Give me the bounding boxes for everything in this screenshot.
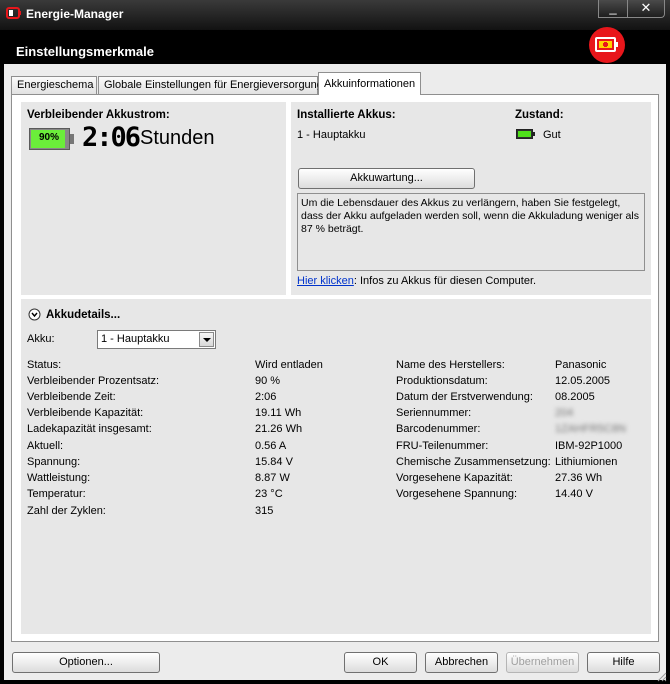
cancel-button[interactable]: Abbrechen — [425, 652, 498, 673]
detail-value: 08.2005 — [555, 391, 595, 403]
detail-label: Zahl der Zyklen: — [27, 505, 106, 517]
header-band: Einstellungsmerkmale — [0, 30, 670, 66]
detail-value: 8.87 W — [255, 472, 290, 484]
remaining-time: 2:06 — [82, 122, 141, 153]
battery-app-icon — [6, 7, 21, 19]
detail-value: 1ZAHFR5C8N — [555, 423, 626, 435]
collapse-toggle-icon[interactable] — [28, 308, 41, 321]
battery-percent-badge: 90% — [39, 132, 60, 143]
detail-label: Seriennummer: — [396, 407, 472, 419]
detail-label: FRU-Teilenummer: — [396, 440, 489, 452]
state-value: Gut — [543, 129, 561, 141]
detail-label: Datum der Erstverwendung: — [396, 391, 533, 403]
detail-value: 0.56 A — [255, 440, 287, 452]
detail-label: Spannung: — [27, 456, 81, 468]
detail-label: Ladekapazität insgesamt: — [27, 423, 152, 435]
detail-label: Verbleibender Prozentsatz: — [27, 375, 160, 387]
detail-value: Panasonic — [555, 359, 607, 371]
ok-button[interactable]: OK — [344, 652, 417, 673]
detail-value: Wird entladen — [255, 359, 323, 371]
tab-globale-einstellungen[interactable]: Globale Einstellungen für Energieversorg… — [98, 76, 323, 94]
tab-akkuinformationen[interactable]: Akkuinformationen — [318, 72, 421, 95]
detail-label: Verbleibende Zeit: — [27, 391, 116, 403]
close-button[interactable]: ✕ — [627, 0, 665, 18]
detail-label: Name des Herstellers: — [396, 359, 505, 371]
charge-threshold-text: Um die Lebensdauer des Akkus zu verlänge… — [301, 197, 639, 235]
detail-label: Chemische Zusammensetzung: — [396, 456, 551, 468]
energie-manager-window: Energie-Manager _ ✕ Einstellungsmerkmale… — [0, 0, 670, 684]
detail-label: Status: — [27, 359, 62, 371]
detail-value: 27.36 Wh — [555, 472, 603, 484]
detail-value: 21.26 Wh — [255, 423, 303, 435]
detail-label: Vorgesehene Spannung: — [396, 488, 518, 500]
help-button[interactable]: Hilfe — [587, 652, 660, 673]
battery-info-suffix: : Infos zu Akkus für diesen Computer. — [353, 275, 537, 287]
detail-label: Verbleibende Kapazität: — [27, 407, 144, 419]
detail-value: 23 °C — [255, 488, 283, 500]
detail-value: 12.05.2005 — [555, 375, 611, 387]
detail-label: Produktionsdatum: — [396, 375, 488, 387]
detail-label: Aktuell: — [27, 440, 64, 452]
battery-maintenance-button[interactable]: Akkuwartung... — [298, 168, 475, 189]
state-heading: Zustand: — [515, 109, 564, 121]
akku-select[interactable]: 1 - Hauptakku — [97, 330, 216, 349]
remaining-power-heading: Verbleibender Akkustrom: — [27, 109, 170, 121]
detail-value: 15.84 V — [255, 456, 293, 468]
akku-select-label: Akku: — [27, 333, 55, 345]
apply-button[interactable]: Übernehmen — [506, 652, 579, 673]
battery-info-line: Hier klicken: Infos zu Akkus für diesen … — [297, 275, 536, 287]
resize-grip-icon[interactable] — [655, 670, 667, 682]
window-title: Energie-Manager — [26, 7, 124, 21]
detail-value: IBM-92P1000 — [555, 440, 623, 452]
detail-value: 14.40 V — [555, 488, 593, 500]
detail-label: Vorgesehene Kapazität: — [396, 472, 513, 484]
detail-value: 19.11 Wh — [255, 407, 302, 419]
remaining-time-unit: Stunden — [140, 127, 215, 149]
detail-value: 204 — [555, 407, 574, 419]
installed-heading: Installierte Akkus: — [297, 109, 396, 121]
charge-threshold-info: Um die Lebensdauer des Akkus zu verlänge… — [297, 193, 645, 271]
detail-value: Lithiumionen — [555, 456, 618, 468]
title-bar[interactable]: Energie-Manager _ ✕ — [0, 0, 670, 30]
detail-value: 315 — [255, 505, 274, 517]
tab-energieschema[interactable]: Energieschema — [11, 76, 97, 94]
battery-ok-icon — [516, 129, 535, 139]
akku-select-value: 1 - Hauptakku — [101, 333, 170, 345]
detail-label: Wattleistung: — [27, 472, 91, 484]
installed-battery-item[interactable]: 1 - Hauptakku — [297, 129, 365, 141]
minimize-button[interactable]: _ — [598, 0, 628, 18]
options-button[interactable]: Optionen... — [12, 652, 160, 673]
page-title: Einstellungsmerkmale — [16, 44, 154, 59]
detail-label: Barcodenummer: — [396, 423, 481, 435]
click-here-link[interactable]: Hier klicken — [297, 275, 354, 287]
battery-badge-icon — [589, 27, 625, 63]
details-heading[interactable]: Akkudetails... — [46, 309, 120, 321]
detail-label: Temperatur: — [27, 488, 86, 500]
detail-value: 2:06 — [255, 391, 277, 403]
detail-value: 90 % — [255, 375, 281, 387]
chevron-down-icon[interactable] — [199, 332, 214, 347]
